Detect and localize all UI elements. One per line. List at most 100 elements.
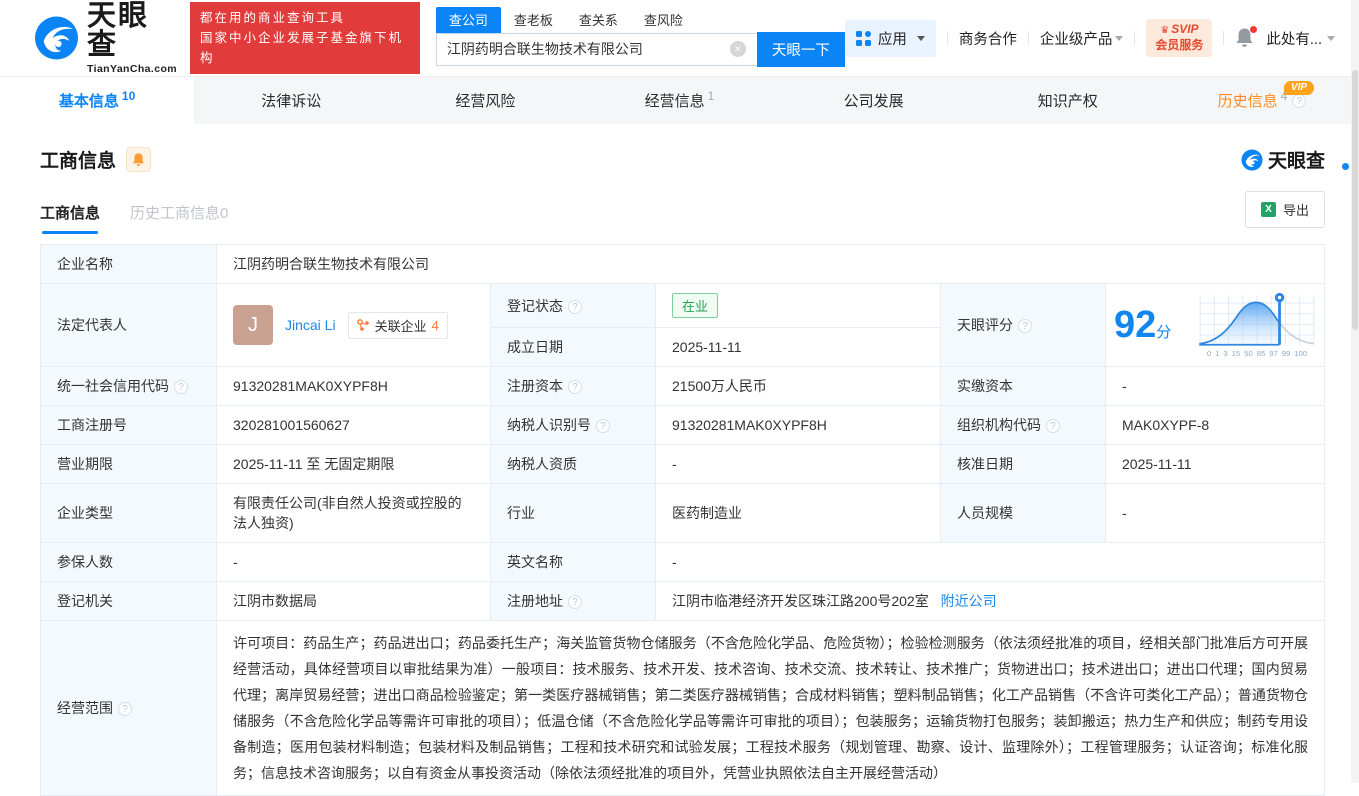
business-term-value: 2025-11-11 至 无固定期限 <box>217 445 491 484</box>
field-label: 登记机关 <box>41 582 217 621</box>
field-label: 纳税人识别号 <box>491 406 656 445</box>
question-icon[interactable] <box>568 595 582 609</box>
related-companies-icon <box>357 319 370 332</box>
export-button[interactable]: 导出 <box>1245 191 1325 228</box>
company-type-value: 有限责任公司(非自然人投资或控股的法人独资) <box>217 484 491 543</box>
search-input[interactable] <box>437 34 757 65</box>
crown-icon <box>1160 22 1171 36</box>
company-name-value: 江阴药明合联生物技术有限公司 <box>217 245 1325 284</box>
logo-domain: TianYanCha.com <box>87 63 178 75</box>
svip-member-badge[interactable]: SVIP 会员服务 <box>1146 19 1212 56</box>
top-header: 天眼查 TianYanCha.com 都在用的商业查询工具 国家中小企业发展子基… <box>0 0 1359 76</box>
field-label: 注册资本 <box>491 367 656 406</box>
tab-operation-info[interactable]: 经营信息 1 <box>582 77 776 124</box>
account-menu[interactable]: 此处有... <box>1266 28 1335 49</box>
tab-operation-risk[interactable]: 经营风险 <box>388 77 582 124</box>
field-label: 行业 <box>491 484 656 543</box>
question-icon[interactable] <box>568 380 582 394</box>
search-tab-relation[interactable]: 查关系 <box>566 7 631 33</box>
reg-address-cell: 江阴市临港经济开发区珠江路200号202室 附近公司 <box>656 582 1325 621</box>
slogan-line1: 都在用的商业查询工具 <box>200 8 410 28</box>
table-row: 参保人数 - 英文名称 - <box>41 543 1325 582</box>
enterprise-products-label: 企业级产品 <box>1040 28 1113 49</box>
tab-company-development[interactable]: 公司发展 <box>777 77 971 124</box>
avatar[interactable]: J <box>233 305 273 345</box>
table-row: 经营范围 许可项目：药品生产；药品进出口；药品委托生产；海关监管货物仓储服务（不… <box>41 621 1325 796</box>
tab-history-info[interactable]: VIP 历史信息 4 <box>1165 77 1359 124</box>
floating-widget-dot[interactable] <box>1342 163 1349 170</box>
divider <box>1223 31 1224 45</box>
reg-status-cell: 在业 <box>656 284 941 328</box>
field-label: 组织机构代码 <box>941 406 1106 445</box>
caret-down-icon <box>1115 36 1123 41</box>
subtab-history-business-info[interactable]: 历史工商信息0 <box>130 202 228 234</box>
legal-rep-link[interactable]: Jincai Li <box>285 317 336 333</box>
divider <box>1134 31 1135 45</box>
clear-icon[interactable] <box>730 41 746 57</box>
table-row: 登记机关 江阴市数据局 注册地址 江阴市临港经济开发区珠江路200号202室 附… <box>41 582 1325 621</box>
related-count: 4 <box>432 318 439 333</box>
apps-menu[interactable]: 应用 <box>845 20 936 57</box>
search-bar: 天眼一下 <box>436 33 845 66</box>
score-axis: 0131550859799100 <box>1207 349 1307 358</box>
business-cooperation-link[interactable]: 商务合作 <box>959 28 1017 49</box>
insured-count-value: - <box>217 543 491 582</box>
scrollbar[interactable] <box>1351 0 1359 783</box>
notifications-bell-icon[interactable] <box>1235 27 1255 49</box>
industry-value: 医药制造业 <box>656 484 941 543</box>
related-companies-badge[interactable]: 关联企业 4 <box>348 312 448 339</box>
enterprise-products-menu[interactable]: 企业级产品 <box>1040 28 1124 49</box>
tianyancha-logo[interactable]: 天眼查 TianYanCha.com <box>34 2 178 75</box>
header-menu: 应用 商务合作 企业级产品 SVIP 会员服务 此处有... <box>845 19 1359 56</box>
scrollbar-thumb[interactable] <box>1352 70 1358 330</box>
tianyancha-logo-icon <box>34 15 79 61</box>
question-icon[interactable] <box>1046 419 1060 433</box>
field-label: 成立日期 <box>491 328 656 367</box>
tab-label: 基本信息 <box>59 90 119 111</box>
search-tab-boss[interactable]: 查老板 <box>501 7 566 33</box>
question-icon[interactable] <box>118 702 132 716</box>
field-label: 实缴资本 <box>941 367 1106 406</box>
logo-title: 天眼查 <box>87 2 178 60</box>
tab-basic-info[interactable]: 基本信息 10 <box>0 77 194 124</box>
question-icon[interactable] <box>1018 319 1032 333</box>
search-area: 查公司 查老板 查关系 查风险 天眼一下 <box>436 7 845 66</box>
field-label: 天眼评分 <box>941 284 1106 367</box>
nearby-companies-link[interactable]: 附近公司 <box>941 593 997 609</box>
credit-code-value: 91320281MAK0XYPF8H <box>217 367 491 406</box>
business-info-table: 企业名称 江阴药明合联生物技术有限公司 法定代表人 J Jincai Li <box>40 244 1325 796</box>
reg-authority-value: 江阴市数据局 <box>217 582 491 621</box>
vip-badge: VIP <box>1284 81 1314 95</box>
table-row: 法定代表人 J Jincai Li 关联企业 4 <box>41 284 1325 328</box>
question-icon[interactable] <box>174 380 188 394</box>
field-label: 纳税人资质 <box>491 445 656 484</box>
score-cell: 92分 <box>1106 284 1325 367</box>
paid-capital-value: - <box>1106 367 1325 406</box>
tab-intellectual-property[interactable]: 知识产权 <box>971 77 1165 124</box>
question-icon[interactable] <box>1292 94 1306 108</box>
table-row: 统一社会信用代码 91320281MAK0XYPF8H 注册资本 21500万人… <box>41 367 1325 406</box>
org-code-value: MAK0XYPF-8 <box>1106 406 1325 445</box>
score-number: 92 <box>1114 304 1156 346</box>
section-title: 工商信息 <box>40 146 116 173</box>
search-tab-risk[interactable]: 查风险 <box>631 7 696 33</box>
tab-label: 公司发展 <box>844 90 904 111</box>
approval-date-value: 2025-11-11 <box>1106 445 1325 484</box>
field-label: 登记状态 <box>491 284 656 328</box>
search-tab-company[interactable]: 查公司 <box>436 7 501 33</box>
svip-sub-label: 会员服务 <box>1155 38 1203 54</box>
field-label: 核准日期 <box>941 445 1106 484</box>
slogan-badge: 都在用的商业查询工具 国家中小企业发展子基金旗下机构 <box>190 2 420 74</box>
field-label: 统一社会信用代码 <box>41 367 217 406</box>
field-label: 人员规模 <box>941 484 1106 543</box>
tab-legal-proceedings[interactable]: 法律诉讼 <box>194 77 388 124</box>
question-icon[interactable] <box>596 419 610 433</box>
tab-label: 经营信息 <box>645 90 705 111</box>
notification-dot <box>1250 26 1257 33</box>
question-icon[interactable] <box>568 300 582 314</box>
tab-count: 10 <box>122 89 135 103</box>
slogan-line2: 国家中小企业发展子基金旗下机构 <box>200 28 410 68</box>
search-button[interactable]: 天眼一下 <box>757 32 845 67</box>
subtab-business-info[interactable]: 工商信息 <box>40 202 100 234</box>
subscribe-bell-icon[interactable] <box>126 147 151 172</box>
